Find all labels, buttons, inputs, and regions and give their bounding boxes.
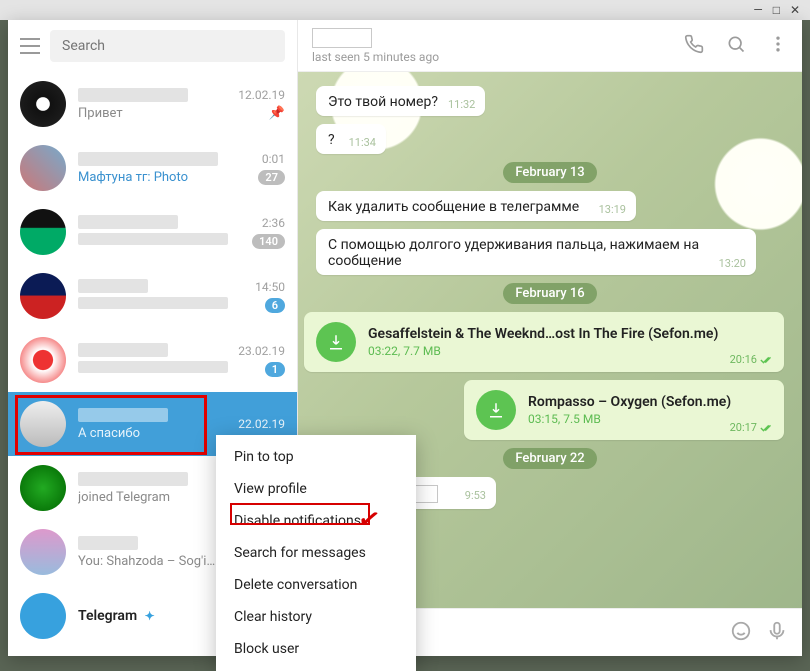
unread-badge: 1 [265,362,285,377]
message-time: 13:19 [599,203,626,216]
menu-icon[interactable] [20,38,40,54]
ctx-pin-to-top[interactable]: Pin to top [216,441,416,473]
chat-item[interactable]: 23.02.19 1 [8,328,297,392]
avatar [20,593,66,639]
chat-name-redacted [78,279,148,293]
message-text: ? [328,132,335,148]
ctx-clear-history[interactable]: Clear history [216,601,416,633]
window-maximize[interactable]: □ [773,3,780,17]
chat-preview: А спасибо [78,426,226,441]
message-in[interactable]: ? 11:34 [316,124,386,154]
chat-time: 2:36 [262,216,285,230]
message-text: Это твой номер? [328,94,438,110]
app-window: Привет 12.02.19 📌 Мафтуна тг: Photo 0:01… [8,20,802,656]
more-icon[interactable] [768,34,788,58]
chat-name: Telegram [78,608,137,624]
chat-name-redacted [78,88,188,102]
date-divider: February 16 [503,283,596,304]
chat-title-redacted [312,28,372,48]
chat-header: last seen 5 minutes ago [298,20,802,72]
chat-preview: You: Shahzoda – Sog'i… [78,554,229,569]
search-icon[interactable] [726,34,746,58]
chat-item[interactable]: 14:50 6 [8,264,297,328]
message-time: 20:17 [730,421,757,434]
download-icon[interactable] [476,390,516,430]
chat-name-redacted [78,472,188,486]
left-topbar [8,20,297,72]
ctx-delete-conversation[interactable]: Delete conversation [216,569,416,601]
chat-preview-redacted [78,297,228,309]
window-close[interactable]: ✕ [790,3,800,17]
chat-name-redacted [78,536,138,550]
audio-title: Gesaffelstein & The Weeknd…ost In The Fi… [368,326,772,342]
audio-title: Rompasso – Oxygen (Sefon.me) [528,394,772,410]
avatar [20,209,66,255]
download-icon[interactable] [316,322,356,362]
read-ticks-icon [760,355,774,365]
chat-time: 23.02.19 [238,344,285,358]
date-divider: February 13 [503,162,596,183]
chat-item[interactable]: Привет 12.02.19 📌 [8,72,297,136]
chat-status: last seen 5 minutes ago [312,50,439,64]
unread-badge: 27 [258,170,285,185]
pin-icon: 📌 [269,106,285,121]
ctx-view-profile[interactable]: View profile [216,473,416,505]
avatar [20,81,66,127]
message-time: 11:34 [349,136,376,149]
ctx-block-user[interactable]: Block user [216,633,416,665]
message-time: 13:20 [719,257,746,270]
audio-message-out[interactable]: Rompasso – Oxygen (Sefon.me) 03:15, 7.5 … [464,380,784,440]
chat-preview-redacted [78,233,228,245]
avatar [20,465,66,511]
verified-icon: ✦ [145,609,155,623]
ctx-search-for-messages[interactable]: Search for messages [216,537,416,569]
chat-time: 12.02.19 [238,88,285,102]
message-in[interactable]: Как удалить сообщение в телеграмме 13:19 [316,191,636,221]
chat-preview: Привет [78,106,226,121]
microphone-icon[interactable] [766,620,788,646]
chat-name-redacted [78,408,168,422]
chat-time: 0:01 [262,152,285,166]
unread-badge: 6 [265,298,285,313]
chat-preview-redacted [78,361,228,373]
emoji-icon[interactable] [730,620,752,646]
date-divider: February 22 [503,448,596,469]
message-time: 11:32 [448,98,475,111]
avatar [20,145,66,191]
message-text: Как удалить сообщение в телеграмме [328,199,579,215]
message-in[interactable]: С помощью долгого удерживания пальца, на… [316,229,756,275]
audio-meta: 03:22, 7.7 MB [368,344,772,358]
message-time: 9:53 [465,489,486,502]
unread-badge: 140 [252,234,285,249]
search-input[interactable] [50,30,285,62]
message-text: С помощью долгого удерживания пальца, на… [328,237,699,269]
chat-name-redacted [78,215,178,229]
chat-name-redacted [78,152,218,166]
call-icon[interactable] [684,34,704,58]
chat-item[interactable]: 2:36 140 [8,200,297,264]
message-time: 20:16 [730,353,757,366]
chat-name-redacted [78,343,168,357]
chat-time: 14:50 [255,280,285,294]
chat-preview: joined Telegram [78,490,229,505]
avatar [20,337,66,383]
chat-preview: Мафтуна тг: Photo [78,170,229,185]
avatar [20,401,66,447]
message-in[interactable]: Это твой номер? 11:32 [316,86,485,116]
context-menu: Pin to top View profile Disable notifica… [216,435,416,671]
chat-item[interactable]: Мафтуна тг: Photo 0:01 27 [8,136,297,200]
window-titlebar: — □ ✕ [0,0,810,20]
window-minimize[interactable]: — [753,3,762,17]
avatar [20,273,66,319]
ctx-disable-notifications[interactable]: Disable notifications [216,505,416,537]
audio-message-out[interactable]: Gesaffelstein & The Weeknd…ost In The Fi… [304,312,784,372]
read-ticks-icon [760,423,774,433]
avatar [20,529,66,575]
chat-time: 22.02.19 [238,417,285,431]
